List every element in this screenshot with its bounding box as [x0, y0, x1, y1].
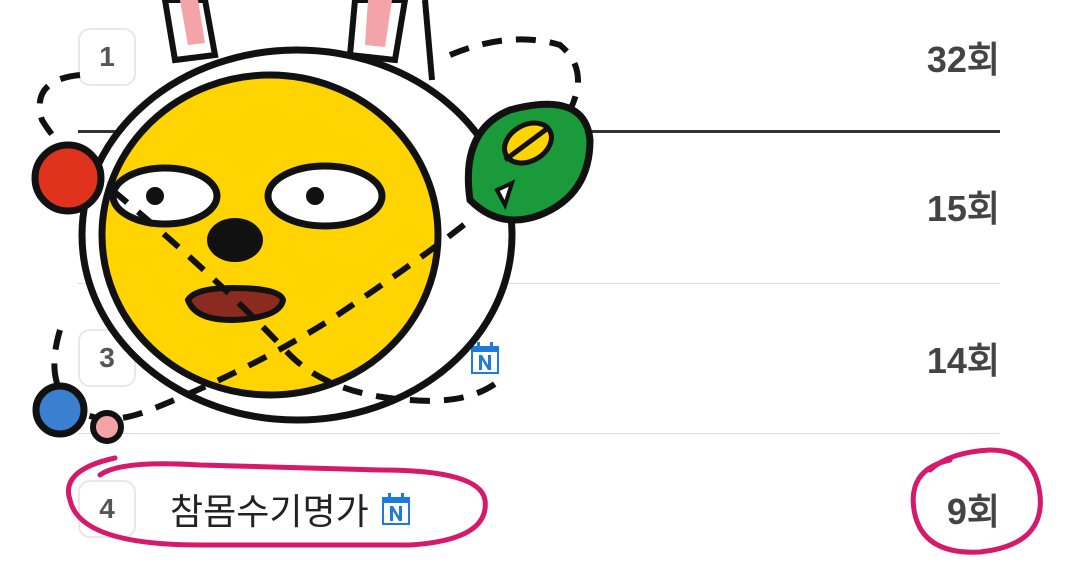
ranking-item-name [458, 341, 500, 375]
ranking-item-2[interactable]: 15회 [78, 131, 1000, 281]
store-name: 참몸수기명가 [170, 491, 369, 532]
ranking-item-name: 참몸수기명가 [170, 483, 411, 535]
visit-count: 32회 [926, 39, 1000, 80]
rank-number-badge: 1 [78, 28, 136, 86]
ranking-list-screen: 1 32회 15회 3 14회 4 참몸수기명가 9회 [0, 0, 1078, 584]
calendar-n-icon [471, 342, 499, 374]
calendar-n-icon [381, 493, 410, 525]
visit-count: 9회 [946, 491, 1000, 532]
rank-number-badge: 4 [78, 480, 136, 538]
visit-count: 15회 [926, 188, 1000, 229]
ranking-item-4[interactable]: 4 참몸수기명가 9회 [78, 434, 1000, 584]
visit-count: 14회 [926, 340, 1000, 381]
ranking-item-3[interactable]: 3 14회 [78, 283, 1000, 433]
rank-number-badge: 3 [78, 329, 136, 387]
ranking-item-1[interactable]: 1 32회 [78, 0, 1000, 132]
